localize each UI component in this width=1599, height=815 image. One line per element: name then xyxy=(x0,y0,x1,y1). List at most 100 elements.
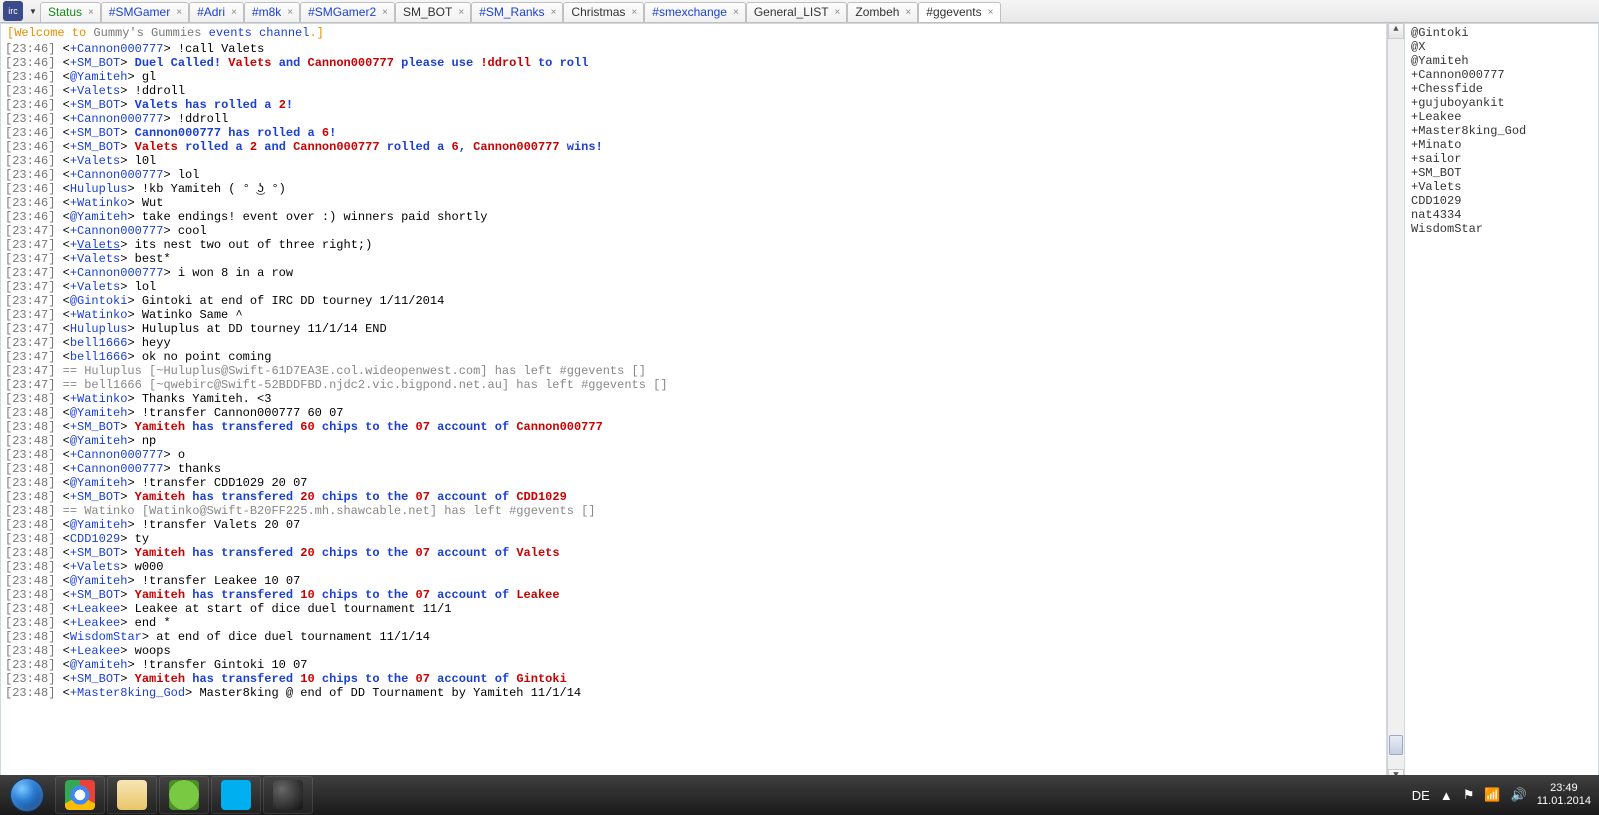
chat-line: [23:46] <@Yamiteh> take endings! event o… xyxy=(5,210,1382,224)
nick-item[interactable]: CDD1029 xyxy=(1411,194,1592,208)
tab-status[interactable]: Status × xyxy=(40,2,101,22)
taskbar-skype[interactable] xyxy=(211,776,261,814)
tray-clock[interactable]: 23:49 11.01.2014 xyxy=(1537,782,1591,808)
nick-list[interactable]: @Gintoki@X@Yamiteh+Cannon000777+Chessfid… xyxy=(1404,23,1599,785)
taskbar-chrome[interactable] xyxy=(55,776,105,814)
chat-line: [23:48] <@Yamiteh> !transfer Gintoki 10 … xyxy=(5,658,1382,672)
close-icon[interactable]: × xyxy=(174,7,184,18)
start-button[interactable] xyxy=(0,775,54,815)
chat-line: [23:48] <WisdomStar> at end of dice duel… xyxy=(5,630,1382,644)
tab-label: General_LIST xyxy=(754,5,829,19)
nick-item[interactable]: +gujuboyankit xyxy=(1411,96,1592,110)
tray-volume-icon[interactable]: 🔊 xyxy=(1511,787,1527,803)
chat-line: [23:48] <+SM_BOT> Yamiteh has transfered… xyxy=(5,420,1382,434)
tray-network-icon[interactable]: 📶 xyxy=(1484,787,1500,803)
close-icon[interactable]: × xyxy=(549,7,559,18)
nick-item[interactable]: WisdomStar xyxy=(1411,222,1592,236)
chat-line: [23:48] <@Yamiteh> !transfer Cannon00077… xyxy=(5,406,1382,420)
app-icon[interactable]: irc xyxy=(3,1,23,21)
chat-line: [23:46] <+SM_BOT> Cannon000777 has rolle… xyxy=(5,126,1382,140)
chat-line: [23:48] <@Yamiteh> np xyxy=(5,434,1382,448)
tab-label: #SM_Ranks xyxy=(479,5,544,19)
close-icon[interactable]: × xyxy=(86,7,96,18)
nick-item[interactable]: +SM_BOT xyxy=(1411,166,1592,180)
tab-label: Status xyxy=(48,5,82,19)
nick-item[interactable]: +Master8king_God xyxy=(1411,124,1592,138)
chat-line: [23:48] <+SM_BOT> Yamiteh has transfered… xyxy=(5,546,1382,560)
chat-line: [23:47] <+Valets> best* xyxy=(5,252,1382,266)
scroll-up-icon[interactable]: ▲ xyxy=(1388,23,1404,39)
tray-flag-icon[interactable]: ▲ xyxy=(1440,788,1453,803)
tab-adri[interactable]: #Adri× xyxy=(189,2,244,22)
tab-m8k[interactable]: #m8k× xyxy=(244,2,300,22)
chat-scrollbar[interactable]: ▲ ▼ xyxy=(1387,23,1404,785)
chat-line: [23:47] <+Watinko> Watinko Same ^ xyxy=(5,308,1382,322)
nick-item[interactable]: @Yamiteh xyxy=(1411,54,1592,68)
chat-line: [23:46] <+SM_BOT> Valets rolled a 2 and … xyxy=(5,140,1382,154)
scroll-thumb[interactable] xyxy=(1389,735,1403,755)
nick-item[interactable]: @X xyxy=(1411,40,1592,54)
chat-line: [23:46] <@Yamiteh> gl xyxy=(5,70,1382,84)
steam-icon xyxy=(273,780,303,810)
taskbar-explorer[interactable] xyxy=(107,776,157,814)
tab-smgamer[interactable]: #SMGamer× xyxy=(101,2,189,22)
taskbar-steam[interactable] xyxy=(263,776,313,814)
chat-line: [23:47] <+Valets> lol xyxy=(5,280,1382,294)
nick-item[interactable]: @Gintoki xyxy=(1411,26,1592,40)
chat-line: [23:47] == Huluplus [~Huluplus@Swift-61D… xyxy=(5,364,1382,378)
chat-line: [23:46] <+Valets> l0l xyxy=(5,154,1382,168)
close-icon[interactable]: × xyxy=(986,7,996,18)
tab-zombeh[interactable]: Zombeh× xyxy=(847,2,918,22)
nick-item[interactable]: +Minato xyxy=(1411,138,1592,152)
taskbar-utorrent[interactable] xyxy=(159,776,209,814)
tab-generallist[interactable]: General_LIST × xyxy=(746,2,848,22)
chat-line: [23:46] <+Cannon000777> lol xyxy=(5,168,1382,182)
close-icon[interactable]: × xyxy=(456,7,466,18)
chat-line: [23:47] <Huluplus> Huluplus at DD tourne… xyxy=(5,322,1382,336)
chat-line: [23:47] <bell1666> ok no point coming xyxy=(5,350,1382,364)
tab-smbot[interactable]: SM_BOT× xyxy=(395,2,471,22)
chat-line: [23:48] <@Yamiteh> !transfer Leakee 10 0… xyxy=(5,574,1382,588)
tab-smexchange[interactable]: #smexchange× xyxy=(644,2,746,22)
tab-ggevents[interactable]: #ggevents × xyxy=(918,2,1000,22)
chat-line: [23:46] <Huluplus> !kb Yamiteh ( ° ͜ʖ °) xyxy=(5,182,1382,196)
chat-line: [23:47] <+Cannon000777> i won 8 in a row xyxy=(5,266,1382,280)
chat-line: [23:48] <+Leakee> end * xyxy=(5,616,1382,630)
nick-item[interactable]: +Leakee xyxy=(1411,110,1592,124)
chat-line: [23:47] <@Gintoki> Gintoki at end of IRC… xyxy=(5,294,1382,308)
tab-label: Christmas xyxy=(571,5,625,19)
nick-item[interactable]: +Valets xyxy=(1411,180,1592,194)
tray-lang[interactable]: DE xyxy=(1412,788,1430,803)
close-icon[interactable]: × xyxy=(380,7,390,18)
chat-line: [23:47] <bell1666> heyy xyxy=(5,336,1382,350)
tab-smranks[interactable]: #SM_Ranks × xyxy=(471,2,563,22)
close-icon[interactable]: × xyxy=(285,7,295,18)
nick-item[interactable]: +sailor xyxy=(1411,152,1592,166)
chat-line: [23:47] <+Cannon000777> cool xyxy=(5,224,1382,238)
chat-line: [23:48] <CDD1029> ty xyxy=(5,532,1382,546)
chat-line: [23:48] == Watinko [Watinko@Swift-B20FF2… xyxy=(5,504,1382,518)
chat-line: [23:48] <+SM_BOT> Yamiteh has transfered… xyxy=(5,490,1382,504)
tab-smgamer2[interactable]: #SMGamer2× xyxy=(300,2,395,22)
chat-line: [23:46] <+Valets> !ddroll xyxy=(5,84,1382,98)
chat-line: [23:48] <+Leakee> woops xyxy=(5,644,1382,658)
menu-dropdown-icon[interactable]: ▼ xyxy=(26,7,40,16)
close-icon[interactable]: × xyxy=(629,7,639,18)
close-icon[interactable]: × xyxy=(833,7,843,18)
close-icon[interactable]: × xyxy=(903,7,913,18)
chat-line: [23:48] <+Master8king_God> Master8king @… xyxy=(5,686,1382,700)
nick-item[interactable]: +Cannon000777 xyxy=(1411,68,1592,82)
chat-line: [23:48] <+Leakee> Leakee at start of dic… xyxy=(5,602,1382,616)
nick-item[interactable]: nat4334 xyxy=(1411,208,1592,222)
explorer-icon xyxy=(117,780,147,810)
close-icon[interactable]: × xyxy=(731,7,741,18)
chat-line: [23:48] <@Yamiteh> !transfer Valets 20 0… xyxy=(5,518,1382,532)
chat-log: [23:46] <+Cannon000777> !call Valets[23:… xyxy=(1,42,1386,784)
tab-label: #ggevents xyxy=(926,5,981,19)
close-icon[interactable]: × xyxy=(229,7,239,18)
tray-flag-icon[interactable]: ⚑ xyxy=(1463,787,1475,803)
chat-line: [23:46] <+Watinko> Wut xyxy=(5,196,1382,210)
tab-christmas[interactable]: Christmas × xyxy=(563,2,644,22)
nick-item[interactable]: +Chessfide xyxy=(1411,82,1592,96)
chat-line: [23:48] <+Valets> w000 xyxy=(5,560,1382,574)
